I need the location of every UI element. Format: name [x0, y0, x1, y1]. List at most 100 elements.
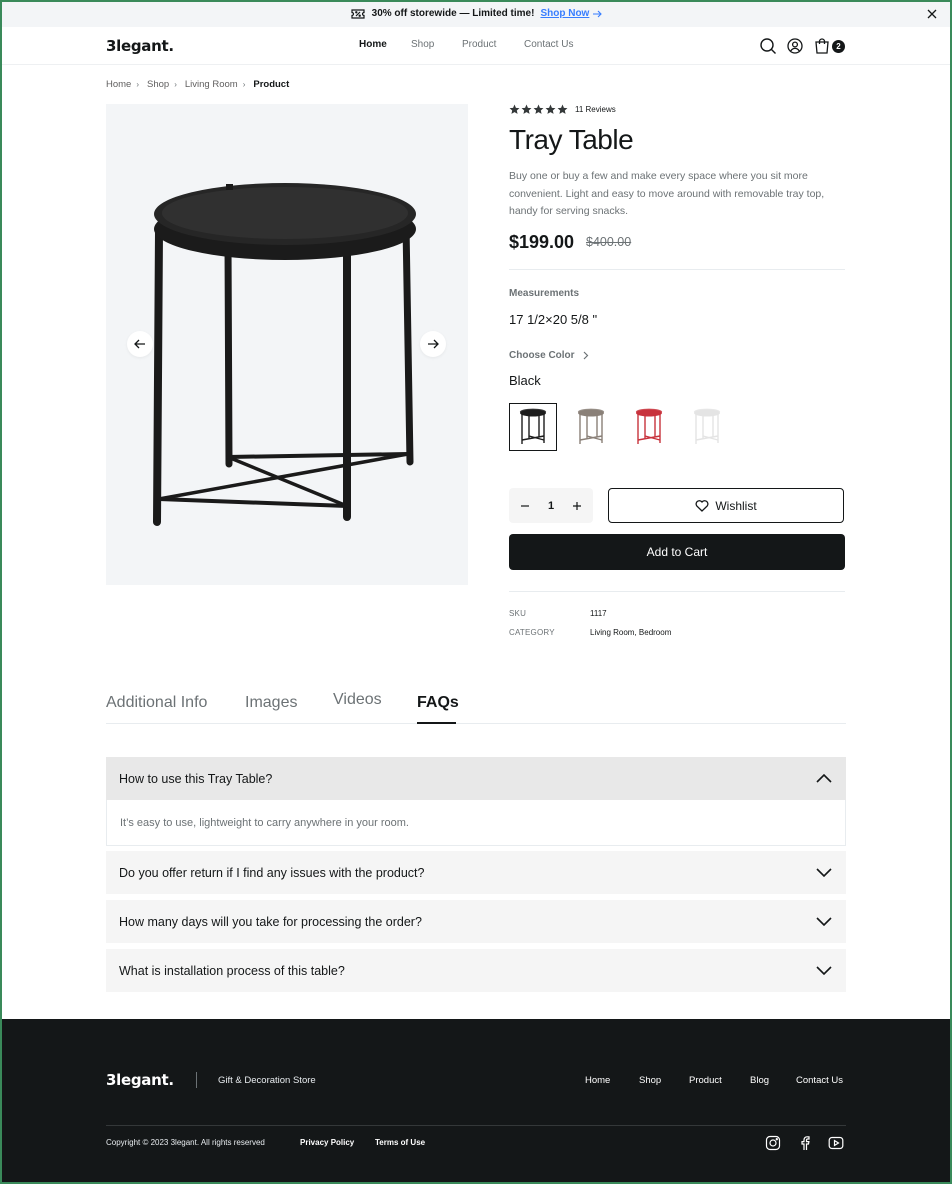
footer-rule [106, 1125, 846, 1126]
tab-videos[interactable]: Videos [333, 691, 382, 709]
footer-link-contact[interactable]: Contact Us [796, 1075, 843, 1086]
decrease-quantity-button[interactable] [519, 500, 531, 512]
swatch-red[interactable] [625, 403, 673, 451]
faq-question[interactable]: What is installation process of this tab… [106, 949, 846, 992]
footer-link-home[interactable]: Home [585, 1075, 610, 1086]
faq-question[interactable]: How to use this Tray Table? [106, 757, 846, 800]
breadcrumb: Home › Shop › Living Room › Product [106, 79, 289, 90]
swatch-table-icon [636, 408, 662, 444]
rating-stars: 11 Reviews [509, 104, 616, 115]
wishlist-button[interactable]: Wishlist [608, 488, 844, 523]
breadcrumb-current: Product [253, 79, 290, 90]
product-title: Tray Table [509, 124, 634, 155]
faq-question-text: How to use this Tray Table? [119, 771, 273, 786]
heart-icon [695, 500, 709, 512]
wishlist-label: Wishlist [715, 498, 757, 513]
breadcrumb-home[interactable]: Home [106, 79, 131, 90]
faq-question-text: What is installation process of this tab… [119, 963, 345, 978]
chevron-down-icon [816, 966, 832, 975]
chevron-right-icon: › [174, 80, 177, 89]
plus-icon [573, 501, 581, 510]
tabs-divider [106, 723, 846, 724]
breadcrumb-living-room[interactable]: Living Room [185, 79, 238, 90]
measurements-label: Measurements [509, 288, 580, 299]
footer-link-shop[interactable]: Shop [639, 1075, 661, 1086]
swatch-taupe[interactable] [567, 403, 615, 451]
add-to-cart-button[interactable]: Add to Cart [509, 534, 845, 570]
user-icon[interactable] [786, 37, 804, 55]
banner-message: 30% off storewide — Limited time! [371, 8, 535, 19]
color-swatches [509, 403, 731, 451]
faq-item: Do you offer return if I find any issues… [106, 851, 846, 894]
footer: 3legant. Gift & Decoration Store Home Sh… [0, 1019, 952, 1184]
footer-divider [196, 1072, 197, 1088]
prev-image-button[interactable] [127, 331, 153, 357]
copyright-text: Copyright © 2023 3legant. All rights res… [106, 1138, 265, 1147]
shop-now-label: Shop Now [540, 8, 590, 19]
chevron-right-icon: › [242, 80, 246, 89]
ticket-icon [350, 6, 366, 22]
footer-logo[interactable]: 3legant. [106, 1071, 174, 1089]
shop-now-link[interactable]: Shop Now [540, 8, 603, 19]
youtube-icon[interactable] [828, 1135, 844, 1151]
choose-color-toggle[interactable]: Choose Color [509, 350, 589, 361]
breadcrumb-shop[interactable]: Shop [147, 79, 169, 90]
close-icon [927, 9, 937, 19]
category-label: CATEGORY [509, 628, 555, 637]
faq-question-text: How many days will you take for processi… [119, 914, 422, 929]
chevron-up-icon [816, 774, 832, 783]
faq-answer: It’s easy to use, lightweight to carry a… [106, 800, 846, 846]
divider [509, 591, 845, 592]
swatch-table-icon [520, 408, 546, 444]
star-icon [557, 104, 568, 114]
swatch-table-icon [694, 408, 720, 444]
product-description: Buy one or buy a few and make every spac… [509, 170, 825, 217]
footer-link-product[interactable]: Product [689, 1075, 722, 1086]
star-icon [545, 104, 556, 114]
chevron-down-icon [816, 868, 832, 877]
terms-of-use-link[interactable]: Terms of Use [375, 1138, 425, 1147]
minus-icon [521, 504, 529, 507]
tab-additional-info[interactable]: Additional Info [106, 694, 207, 712]
search-icon[interactable] [759, 37, 777, 55]
choose-color-label: Choose Color [509, 350, 575, 361]
tab-images[interactable]: Images [245, 694, 297, 712]
increase-quantity-button[interactable] [571, 500, 583, 512]
faq-question-text: Do you offer return if I find any issues… [119, 865, 425, 880]
promo-banner: 30% off storewide — Limited time! Shop N… [0, 0, 952, 27]
star-icon [509, 104, 520, 114]
swatch-white[interactable] [683, 403, 731, 451]
faq-question[interactable]: How many days will you take for processi… [106, 900, 846, 943]
star-icon [521, 104, 532, 114]
faq-item: How many days will you take for processi… [106, 900, 846, 943]
faq-question[interactable]: Do you offer return if I find any issues… [106, 851, 846, 894]
footer-link-blog[interactable]: Blog [750, 1075, 769, 1086]
cart-count-badge: 2 [832, 40, 845, 53]
selected-color: Black [509, 373, 541, 388]
quantity-value[interactable]: 1 [548, 500, 554, 512]
footer-tagline: Gift & Decoration Store [218, 1075, 316, 1086]
review-count[interactable]: 11 Reviews [575, 105, 616, 114]
swatch-black[interactable] [509, 403, 557, 451]
sku-value: 1117 [590, 609, 607, 618]
cart-icon[interactable] [813, 37, 831, 55]
quantity-stepper: 1 [509, 488, 593, 523]
close-banner-button[interactable] [924, 6, 940, 22]
faq-item: What is installation process of this tab… [106, 949, 846, 992]
arrow-right-icon [428, 339, 439, 349]
chevron-down-icon [816, 917, 832, 926]
sku-label: SKU [509, 609, 527, 618]
privacy-policy-link[interactable]: Privacy Policy [300, 1138, 354, 1147]
next-image-button[interactable] [420, 331, 446, 357]
swatch-table-icon [578, 408, 604, 444]
chevron-right-icon: › [136, 80, 140, 89]
star-icon [533, 104, 544, 114]
facebook-icon[interactable] [797, 1135, 813, 1151]
category-value: Living Room, Bedroom [590, 628, 672, 637]
tab-faqs[interactable]: FAQs [417, 694, 459, 712]
product-image [153, 183, 416, 526]
chevron-right-icon [583, 351, 588, 360]
instagram-icon[interactable] [765, 1135, 781, 1151]
arrow-left-icon [134, 339, 145, 349]
faq-item: How to use this Tray Table? It’s easy to… [106, 757, 846, 846]
